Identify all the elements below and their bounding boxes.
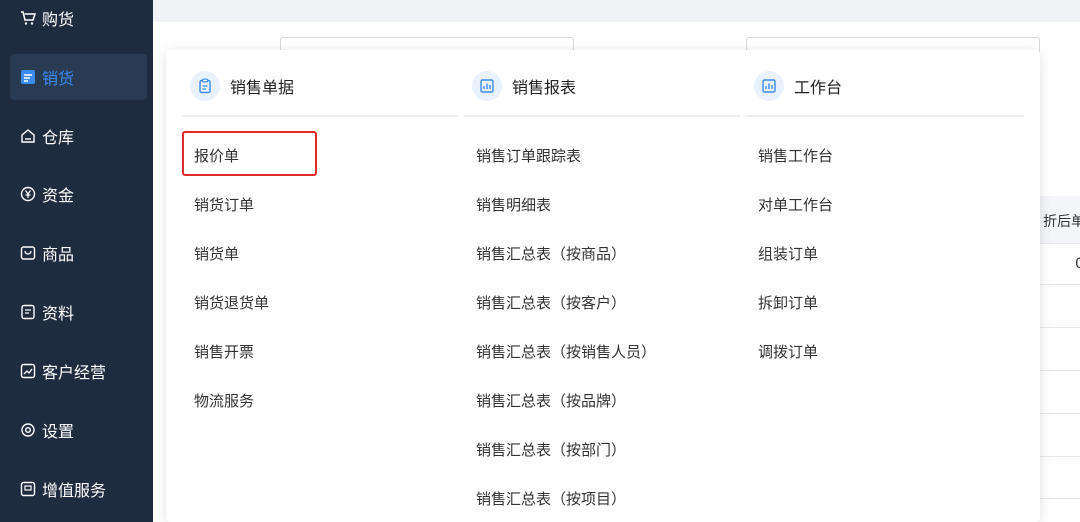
menu-item-summary-by-customer[interactable]: 销售汇总表（按客户） bbox=[476, 292, 626, 314]
menu-item-summary-by-project[interactable]: 销售汇总表（按项目） bbox=[476, 488, 626, 510]
clipboard-icon bbox=[190, 71, 220, 101]
service-icon bbox=[20, 481, 36, 497]
table-row bbox=[1040, 327, 1080, 328]
sidebar-item-value-added[interactable]: 增值服务 bbox=[10, 466, 147, 512]
menu-item-summary-by-brand[interactable]: 销售汇总表（按品牌） bbox=[476, 390, 626, 412]
table-column-label: 折后单 bbox=[1043, 214, 1080, 230]
workbench-icon bbox=[754, 71, 784, 101]
sidebar-item-label: 资料 bbox=[42, 304, 75, 323]
menu-item-assembly-order[interactable]: 组装订单 bbox=[758, 243, 818, 265]
menu-item-logistics[interactable]: 物流服务 bbox=[194, 390, 254, 412]
highlight-box bbox=[182, 131, 317, 176]
table-row bbox=[1040, 413, 1080, 414]
table-row bbox=[1040, 284, 1080, 285]
menu-item-summary-by-department[interactable]: 销售汇总表（按部门） bbox=[476, 439, 626, 461]
table-row bbox=[1040, 370, 1080, 371]
sidebar-item-settings[interactable]: 设置 bbox=[10, 407, 147, 453]
menu-column-header-sales-docs: 销售单据 bbox=[190, 70, 294, 102]
product-icon bbox=[20, 245, 36, 261]
sidebar-item-funds[interactable]: 资金 bbox=[10, 171, 147, 217]
table-row bbox=[1040, 456, 1080, 457]
table-row bbox=[1040, 498, 1080, 499]
sidebar-item-label: 购货 bbox=[42, 10, 75, 29]
menu-item-sales-workbench[interactable]: 销售工作台 bbox=[758, 145, 833, 167]
menu-item-invoicing[interactable]: 销售开票 bbox=[194, 341, 254, 363]
menu-pointer bbox=[158, 68, 166, 84]
menu-column-title: 工作台 bbox=[794, 78, 843, 97]
sidebar-item-label: 商品 bbox=[42, 245, 75, 264]
sidebar-item-label: 仓库 bbox=[42, 128, 75, 147]
sidebar-item-label: 销货 bbox=[42, 69, 75, 88]
sidebar-item-label: 客户经营 bbox=[42, 363, 107, 382]
divider bbox=[464, 115, 740, 117]
sidebar-item-products[interactable]: 商品 bbox=[10, 230, 147, 276]
sidebar-item-label: 增值服务 bbox=[42, 481, 107, 500]
document-icon bbox=[20, 304, 36, 320]
cart-icon bbox=[20, 10, 36, 26]
sidebar-item-data[interactable]: 资料 bbox=[10, 289, 147, 335]
sidebar-item-label: 设置 bbox=[42, 422, 75, 441]
gear-icon bbox=[20, 422, 36, 438]
report-icon bbox=[472, 71, 502, 101]
sidebar-item-sales[interactable]: 销货 bbox=[10, 54, 147, 100]
table-cell-value: 0 bbox=[1075, 256, 1080, 272]
menu-item-reconcile-workbench[interactable]: 对单工作台 bbox=[758, 194, 833, 216]
menu-column-title: 销售报表 bbox=[512, 78, 577, 97]
sidebar-item-purchase[interactable]: 购货 bbox=[10, 0, 147, 41]
divider bbox=[746, 115, 1024, 117]
menu-item-disassembly-order[interactable]: 拆卸订单 bbox=[758, 292, 818, 314]
sidebar-item-label: 资金 bbox=[42, 186, 75, 205]
sidebar-item-customer[interactable]: 客户经营 bbox=[10, 348, 147, 394]
warehouse-icon bbox=[20, 128, 36, 144]
menu-column-title: 销售单据 bbox=[230, 78, 295, 97]
menu-item-order-tracking[interactable]: 销售订单跟踪表 bbox=[476, 145, 581, 167]
sidebar: 购货 销货 仓库 资金 商品 资料 客户经营 设置 增值服务 bbox=[0, 0, 153, 522]
menu-item-sales-detail[interactable]: 销售明细表 bbox=[476, 194, 551, 216]
menu-column-header-sales-reports: 销售报表 bbox=[472, 70, 576, 102]
menu-item-transfer-order[interactable]: 调拨订单 bbox=[758, 341, 818, 363]
menu-item-sales-return[interactable]: 销货退货单 bbox=[194, 292, 269, 314]
sidebar-item-warehouse[interactable]: 仓库 bbox=[10, 113, 147, 159]
sales-doc-icon bbox=[20, 69, 36, 85]
menu-item-sales-slip[interactable]: 销货单 bbox=[194, 243, 239, 265]
menu-item-summary-by-product[interactable]: 销售汇总表（按商品） bbox=[476, 243, 626, 265]
menu-item-sales-order[interactable]: 销货订单 bbox=[194, 194, 254, 216]
chart-icon bbox=[20, 363, 36, 379]
yen-icon bbox=[20, 186, 36, 202]
menu-item-summary-by-salesperson[interactable]: 销售汇总表（按销售人员） bbox=[476, 341, 656, 363]
menu-column-header-workbench: 工作台 bbox=[754, 70, 842, 102]
divider bbox=[182, 115, 458, 117]
